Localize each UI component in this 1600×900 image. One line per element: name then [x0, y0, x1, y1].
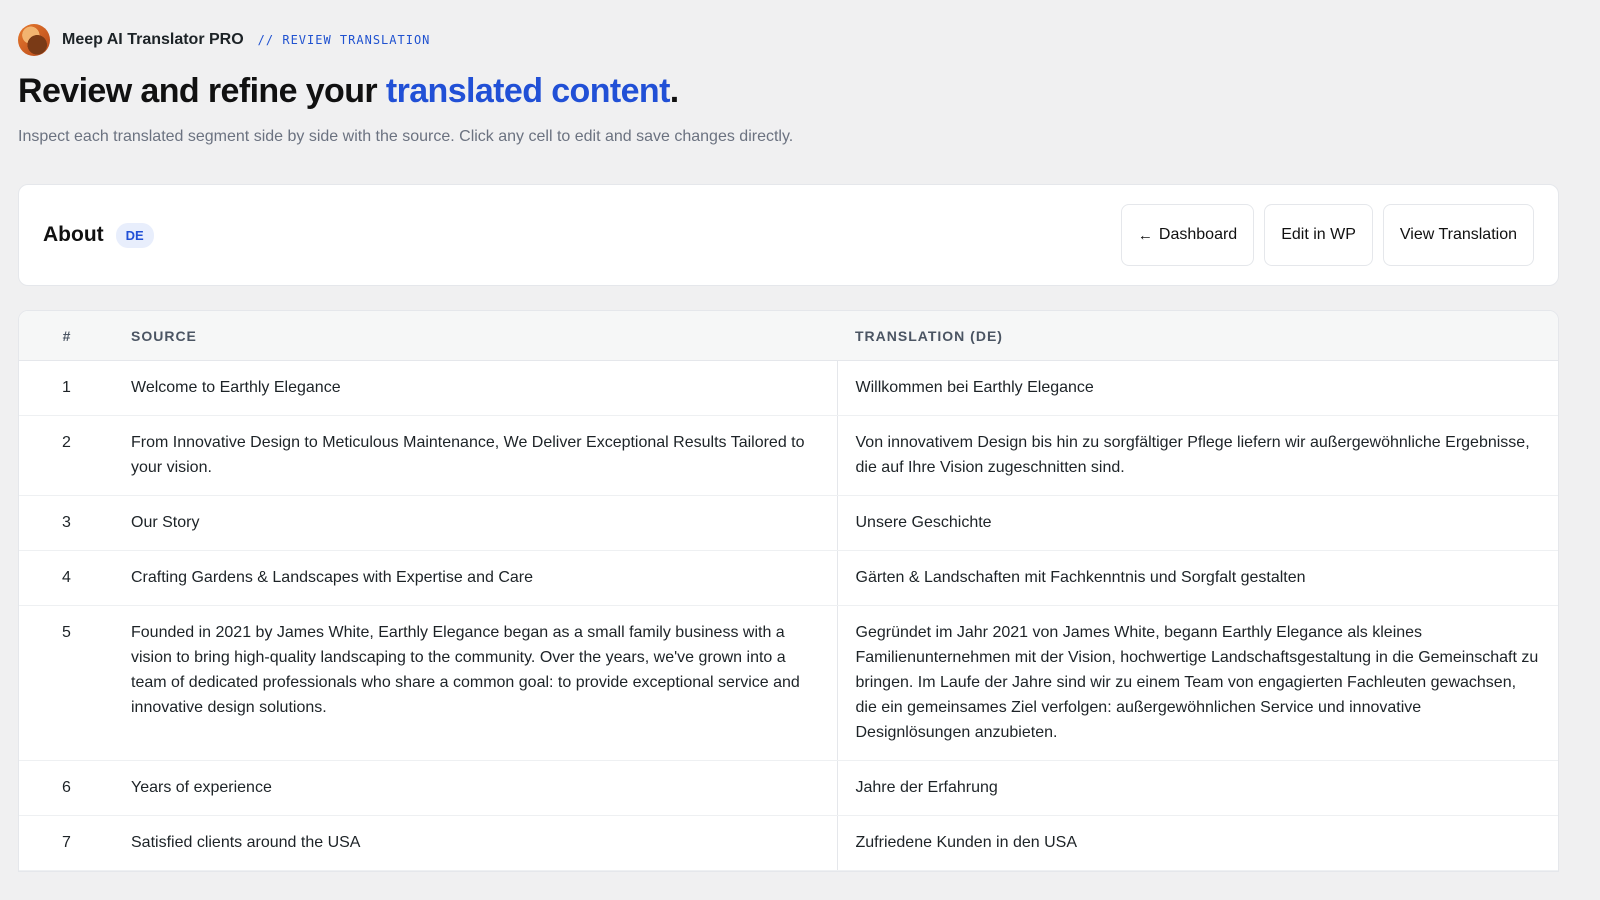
- translation-cell[interactable]: Willkommen bei Earthly Elegance: [837, 360, 1558, 416]
- page-title-suffix: .: [669, 72, 679, 110]
- row-number: 7: [19, 815, 115, 871]
- row-number: 5: [19, 605, 115, 761]
- page-card: About DE ← Dashboard Edit in WP View Tra…: [18, 184, 1559, 286]
- page-title-prefix: Review and refine your: [18, 72, 386, 110]
- translation-cell[interactable]: Unsere Geschichte: [837, 495, 1558, 551]
- table-header-row: # SOURCE TRANSLATION (DE): [19, 311, 1558, 361]
- translation-cell[interactable]: Gärten & Landschaften mit Fachkenntnis u…: [837, 550, 1558, 606]
- edit-in-wp-button[interactable]: Edit in WP: [1264, 204, 1373, 266]
- dashboard-button-label: Dashboard: [1158, 226, 1238, 243]
- table-row: 5 Founded in 2021 by James White, Earthl…: [19, 605, 1558, 761]
- row-number: 3: [19, 495, 115, 551]
- row-number: 1: [19, 360, 115, 416]
- dashboard-button[interactable]: ← Dashboard: [1120, 204, 1255, 266]
- column-header-source: SOURCE: [115, 311, 837, 361]
- source-cell[interactable]: From Innovative Design to Meticulous Mai…: [115, 415, 838, 496]
- view-translation-label: View Translation: [1399, 226, 1517, 243]
- row-number: 4: [19, 550, 115, 606]
- source-cell[interactable]: Crafting Gardens & Landscapes with Exper…: [115, 550, 838, 606]
- column-header-translation: TRANSLATION (DE): [837, 311, 1558, 361]
- table-row: 3 Our Story Unsere Geschichte: [19, 495, 1558, 551]
- segments-table: # SOURCE TRANSLATION (DE) 1 Welcome to E…: [19, 311, 1558, 871]
- table-row: 1 Welcome to Earthly Elegance Willkommen…: [19, 360, 1558, 416]
- page-name: About: [43, 223, 104, 246]
- source-cell[interactable]: Our Story: [115, 495, 838, 551]
- column-header-number: #: [19, 311, 115, 361]
- source-cell[interactable]: Welcome to Earthly Elegance: [115, 360, 838, 416]
- table-row: 4 Crafting Gardens & Landscapes with Exp…: [19, 550, 1558, 606]
- source-cell[interactable]: Founded in 2021 by James White, Earthly …: [115, 605, 838, 761]
- table-row: 2 From Innovative Design to Meticulous M…: [19, 415, 1558, 496]
- top-bar: Meep AI Translator PRO // REVIEW TRANSLA…: [18, 0, 1582, 60]
- translation-cell[interactable]: Jahre der Erfahrung: [837, 760, 1558, 816]
- page-title: Review and refine your translated conten…: [18, 70, 1582, 112]
- arrow-left-icon: ←: [1137, 226, 1153, 244]
- translation-table: # SOURCE TRANSLATION (DE) 1 Welcome to E…: [18, 310, 1559, 872]
- breadcrumb: // REVIEW TRANSLATION: [257, 33, 431, 47]
- source-cell[interactable]: Years of experience: [115, 760, 838, 816]
- translation-cell[interactable]: Von innovativem Design bis hin zu sorgfä…: [837, 415, 1558, 496]
- app-name: Meep AI Translator PRO: [62, 31, 244, 48]
- table-row: 7 Satisfied clients around the USA Zufri…: [19, 815, 1558, 871]
- row-number: 2: [19, 415, 115, 496]
- source-cell[interactable]: Satisfied clients around the USA: [115, 815, 838, 871]
- page-title-accent: translated content: [385, 72, 671, 110]
- row-number: 6: [19, 760, 115, 816]
- avatar: [18, 24, 50, 56]
- language-badge: DE: [115, 222, 154, 248]
- edit-in-wp-label: Edit in WP: [1281, 226, 1356, 243]
- translation-cell[interactable]: Gegründet im Jahr 2021 von James White, …: [837, 605, 1558, 761]
- page-subtitle: Inspect each translated segment side by …: [18, 128, 794, 145]
- view-translation-button[interactable]: View Translation: [1382, 204, 1534, 266]
- table-row: 6 Years of experience Jahre der Erfahrun…: [19, 760, 1558, 816]
- review-page: Meep AI Translator PRO // REVIEW TRANSLA…: [0, 0, 1600, 900]
- translation-cell[interactable]: Zufriedene Kunden in den USA: [837, 815, 1558, 871]
